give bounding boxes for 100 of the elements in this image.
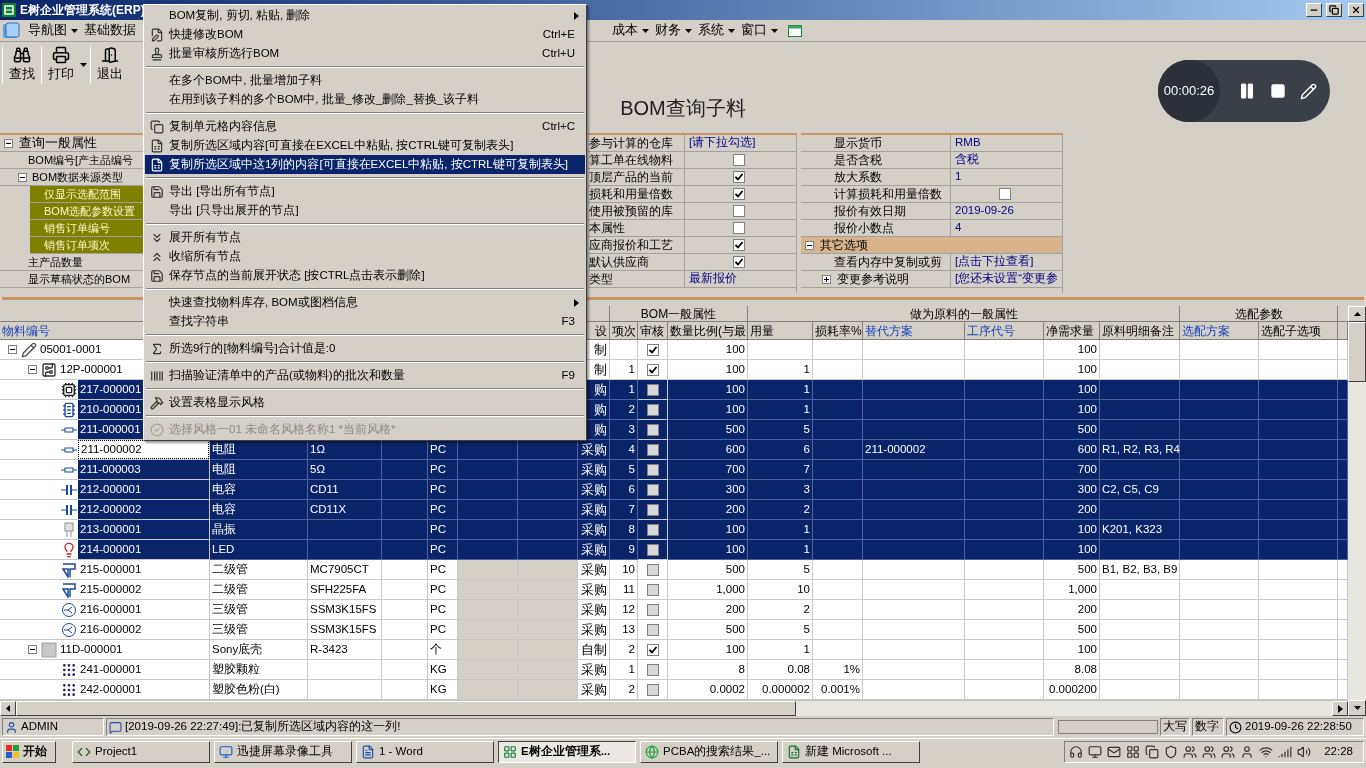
property-label: 销售订单项次 [44, 237, 110, 253]
table-cell: 采购 [578, 680, 610, 700]
table-cell: 100 [668, 360, 748, 380]
table-cell: MC7905CT [308, 560, 382, 580]
table-cell: 12 [610, 600, 638, 620]
table-cell: 晶振 [210, 520, 308, 540]
property-label: BOM编号[产主品编号 [27, 152, 134, 168]
table-cell: 2 [748, 600, 813, 620]
table-cell: 1% [813, 660, 863, 680]
table-cell: 200 [668, 500, 748, 520]
table-cell: 电阻 [210, 440, 308, 460]
table-cell: SFH225FA [308, 580, 382, 600]
table-cell: 采购 [578, 520, 610, 540]
property-label: 应商报价和工艺 [589, 237, 673, 253]
table-cell: 200 [1044, 600, 1100, 620]
table-cell: 500 [1044, 420, 1100, 440]
table-cell: PC [428, 500, 458, 520]
property-label: 显示草稿状态的BOM [27, 271, 131, 287]
table-cell: 1,000 [1044, 580, 1100, 600]
table-cell: 5Ω [308, 460, 382, 480]
table-cell: PC [428, 480, 458, 500]
property-label: 报价小数点 [834, 220, 894, 236]
table-cell: 7 [748, 460, 813, 480]
table-cell: 600 [1044, 440, 1100, 460]
table-cell: 2 [610, 680, 638, 700]
property-label: 销售订单编号 [44, 220, 110, 236]
table-cell: 6 [748, 440, 813, 460]
table-cell: 采购 [578, 540, 610, 560]
property-label: 是否含税 [834, 152, 882, 168]
property-label: 本属性 [589, 220, 625, 236]
table-cell: 200 [1044, 500, 1100, 520]
clock: 22:28 [1324, 743, 1353, 759]
table-cell: 100 [1044, 520, 1100, 540]
table-cell: R-3423 [308, 640, 382, 660]
table-cell: LED [210, 540, 308, 560]
table-cell: 100 [1044, 360, 1100, 380]
table-cell: 7 [610, 500, 638, 520]
table-cell: 塑胶色粉(白) [210, 680, 308, 700]
table-cell: K201, K323 [1100, 520, 1180, 540]
table-cell: 采购 [578, 660, 610, 680]
table-cell: 采购 [578, 580, 610, 600]
property-label: 变更参考说明 [837, 271, 909, 287]
status-message: [2019-09-26 22:27:49]:已复制所选区域内容的这一列! [125, 719, 401, 735]
property-label: 仅显示选配范围 [44, 186, 121, 202]
table-cell: 采购 [578, 480, 610, 500]
table-cell: 三级管 [210, 600, 308, 620]
table-cell: KG [428, 660, 458, 680]
table-cell: KG [428, 680, 458, 700]
table-cell: 0.001% [813, 680, 863, 700]
table-cell: 5 [748, 420, 813, 440]
property-label: BOM数据来源类型 [32, 169, 124, 185]
page-title: BOM查询子料 [620, 96, 746, 121]
table-cell: 3 [610, 420, 638, 440]
table-cell: 100 [668, 640, 748, 660]
table-cell: SSM3K15FS [308, 600, 382, 620]
table-cell: 1 [748, 540, 813, 560]
table-cell: 2 [610, 400, 638, 420]
table-cell: PC [428, 600, 458, 620]
table-cell: 9 [610, 540, 638, 560]
table-cell: 1Ω [308, 440, 382, 460]
table-cell: 三级管 [210, 620, 308, 640]
table-cell: 采购 [578, 600, 610, 620]
table-cell: 5 [610, 460, 638, 480]
table-cell: 二级管 [210, 560, 308, 580]
table-cell: 100 [1044, 640, 1100, 660]
table-cell: 5 [748, 620, 813, 640]
property-label: 顶层产品的当前 [589, 169, 673, 185]
table-cell: 100 [668, 400, 748, 420]
table-cell: Sony底壳 [210, 640, 308, 660]
table-cell: 300 [668, 480, 748, 500]
table-cell: 采购 [578, 440, 610, 460]
property-label: 查看内存中复制或剪 [834, 254, 942, 270]
table-cell: 100 [668, 520, 748, 540]
table-cell: 采购 [578, 460, 610, 480]
property-label: 算工单在线物料 [589, 152, 673, 168]
recording-time: 00:00:26 [1163, 82, 1215, 101]
table-cell: 11 [610, 580, 638, 600]
table-cell: 2 [748, 500, 813, 520]
table-cell: 200 [668, 600, 748, 620]
num-lock-indicator: 数字 [1195, 719, 1219, 735]
status-user: ADMIN [21, 719, 59, 735]
table-cell: C2, C5, C9 [1100, 480, 1180, 500]
property-label: 计算损耗和用量倍数 [834, 186, 942, 202]
table-cell: 0.0002 [668, 680, 748, 700]
table-cell: CD11X [308, 500, 382, 520]
table-cell: PC [428, 580, 458, 600]
table-cell: CD11 [308, 480, 382, 500]
property-label: 类型 [589, 271, 613, 287]
table-cell: 10 [610, 560, 638, 580]
table-cell: 600 [668, 440, 748, 460]
table-cell: 二级管 [210, 580, 308, 600]
table-cell: 电阻 [210, 460, 308, 480]
table-cell: 电容 [210, 500, 308, 520]
property-label: BOM选配参数设置 [44, 203, 136, 219]
property-label: 默认供应商 [589, 254, 649, 270]
table-cell: 500 [668, 560, 748, 580]
property-label: 放大系数 [834, 169, 882, 185]
table-cell: 500 [1044, 560, 1100, 580]
table-cell: 采购 [578, 500, 610, 520]
table-cell: 1,000 [668, 580, 748, 600]
